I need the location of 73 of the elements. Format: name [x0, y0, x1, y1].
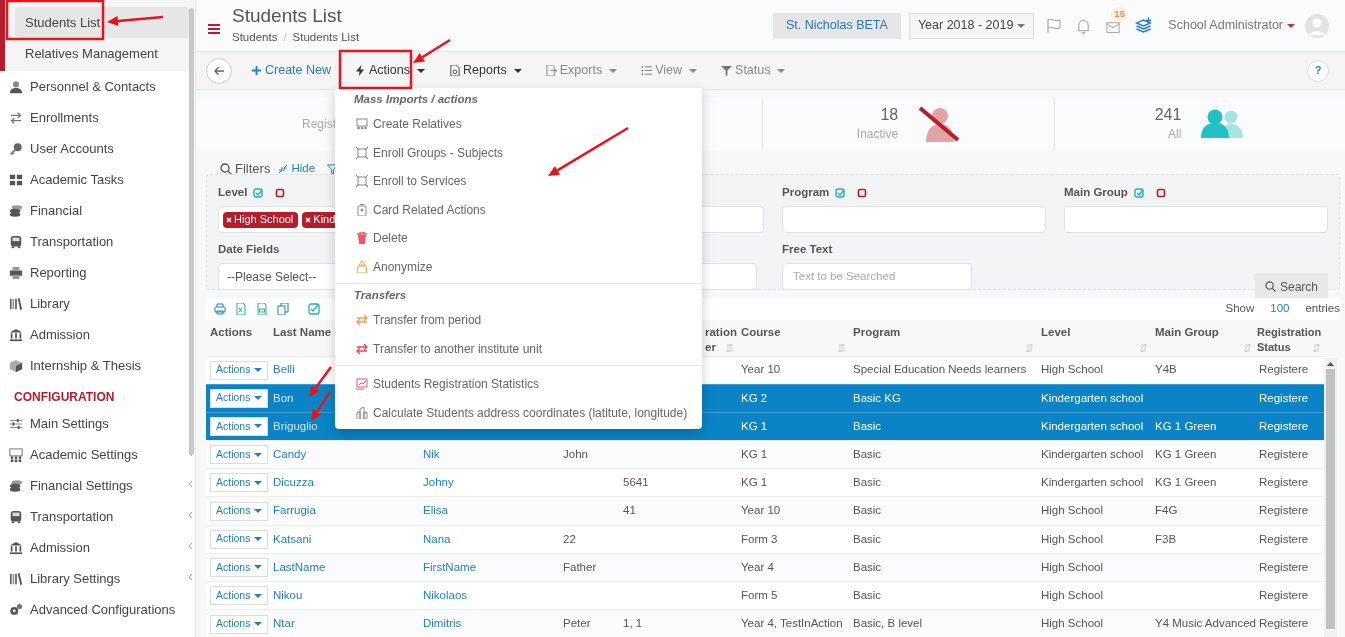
table-cell: KG 1	[741, 448, 768, 461]
stat-value: 18	[880, 105, 899, 125]
table-cell: Basic	[853, 419, 882, 432]
table-cell: Kindergarten school	[1041, 419, 1144, 432]
table-cell: Basic	[853, 504, 882, 517]
table-cell: Registere	[1259, 504, 1309, 517]
stat-label: Inactive	[856, 126, 899, 143]
show-label: Show	[1225, 301, 1255, 317]
table-cell: Registere	[1259, 560, 1309, 573]
stat-label: All	[1168, 126, 1182, 143]
table-cell: Registere	[1259, 448, 1309, 461]
field-label: Date Fields	[218, 242, 280, 258]
table-cell: Form 5	[741, 588, 778, 601]
table-cell: High School	[1041, 504, 1103, 517]
table-cell: Kindergarten school	[1041, 448, 1144, 461]
table-cell: Kindergarten school	[1041, 391, 1144, 404]
table-cell: F4G	[1155, 504, 1178, 517]
table-cell: KG 1 Green	[1155, 419, 1217, 432]
table-cell: Y4B	[1155, 363, 1177, 376]
table-cell: Basic	[853, 560, 882, 573]
table-cell: Basic	[853, 532, 882, 545]
table-cell: Registere	[1259, 419, 1309, 432]
table-cell: Father	[563, 560, 597, 573]
table-cell: High School	[1041, 532, 1103, 545]
table-cell: 1, 1	[623, 617, 643, 630]
table-cell: Registere	[1259, 363, 1309, 376]
filters-title: Filters	[235, 160, 271, 179]
page-title: Students List	[232, 4, 343, 27]
table-cell: KG 1 Green	[1155, 448, 1217, 461]
table-cell: Special Education Needs learners	[853, 363, 1027, 376]
table-cell: Y4 Music Advanced	[1155, 617, 1256, 630]
table-cell: Year 10	[741, 504, 781, 517]
table-cell: 41	[623, 504, 636, 517]
table-cell: F3B	[1155, 532, 1177, 545]
table-cell: High School	[1041, 363, 1103, 376]
notification-badge: 15	[1111, 6, 1128, 21]
field-label: Free Text	[782, 242, 833, 258]
table-cell: Registere	[1259, 476, 1309, 489]
table-cell: Form 3	[741, 532, 778, 545]
table-cell: Year 4, TestInAction	[741, 617, 843, 630]
table-cell: Registere	[1259, 617, 1309, 630]
table-cell: 22	[563, 532, 576, 545]
table-cell: Peter	[563, 617, 591, 630]
table-cell: Year 10	[741, 363, 781, 376]
table-cell: Registere	[1259, 588, 1309, 601]
table-cell: KG 1	[741, 419, 768, 432]
table-cell: Basic	[853, 448, 882, 461]
stat-value: 241	[1154, 105, 1182, 125]
table-cell: High School	[1041, 588, 1103, 601]
table-cell: Basic KG	[853, 391, 901, 404]
table-cell: KG 1	[741, 476, 768, 489]
field-label: Main Group	[1064, 185, 1128, 201]
table-cell: High School	[1041, 617, 1103, 630]
table-cell: Basic, B level	[853, 617, 923, 630]
stat-label: Regist	[302, 116, 336, 133]
menu-section-title: Mass Imports / actions	[353, 92, 479, 108]
table-cell: 5641	[623, 476, 649, 489]
table-cell: Kindergarten school	[1041, 476, 1144, 489]
entries-label: entries	[1305, 301, 1340, 317]
table-cell: Basic	[853, 476, 882, 489]
table-cell: KG 1 Green	[1155, 476, 1217, 489]
table-cell: Registere	[1259, 532, 1309, 545]
menu-section-title: Transfers	[353, 288, 408, 304]
table-cell: High School	[1041, 560, 1103, 573]
table-cell: KG 2	[741, 391, 768, 404]
table-cell: Registere	[1259, 391, 1309, 404]
field-label: Level	[218, 185, 248, 201]
section-heading: CONFIGURATION	[13, 389, 116, 406]
field-label: Program	[782, 185, 830, 201]
breadcrumb-separator: /	[283, 29, 287, 45]
table-cell: John	[563, 448, 588, 461]
table-cell: Basic	[853, 588, 882, 601]
table-cell: Year 4	[741, 560, 774, 573]
